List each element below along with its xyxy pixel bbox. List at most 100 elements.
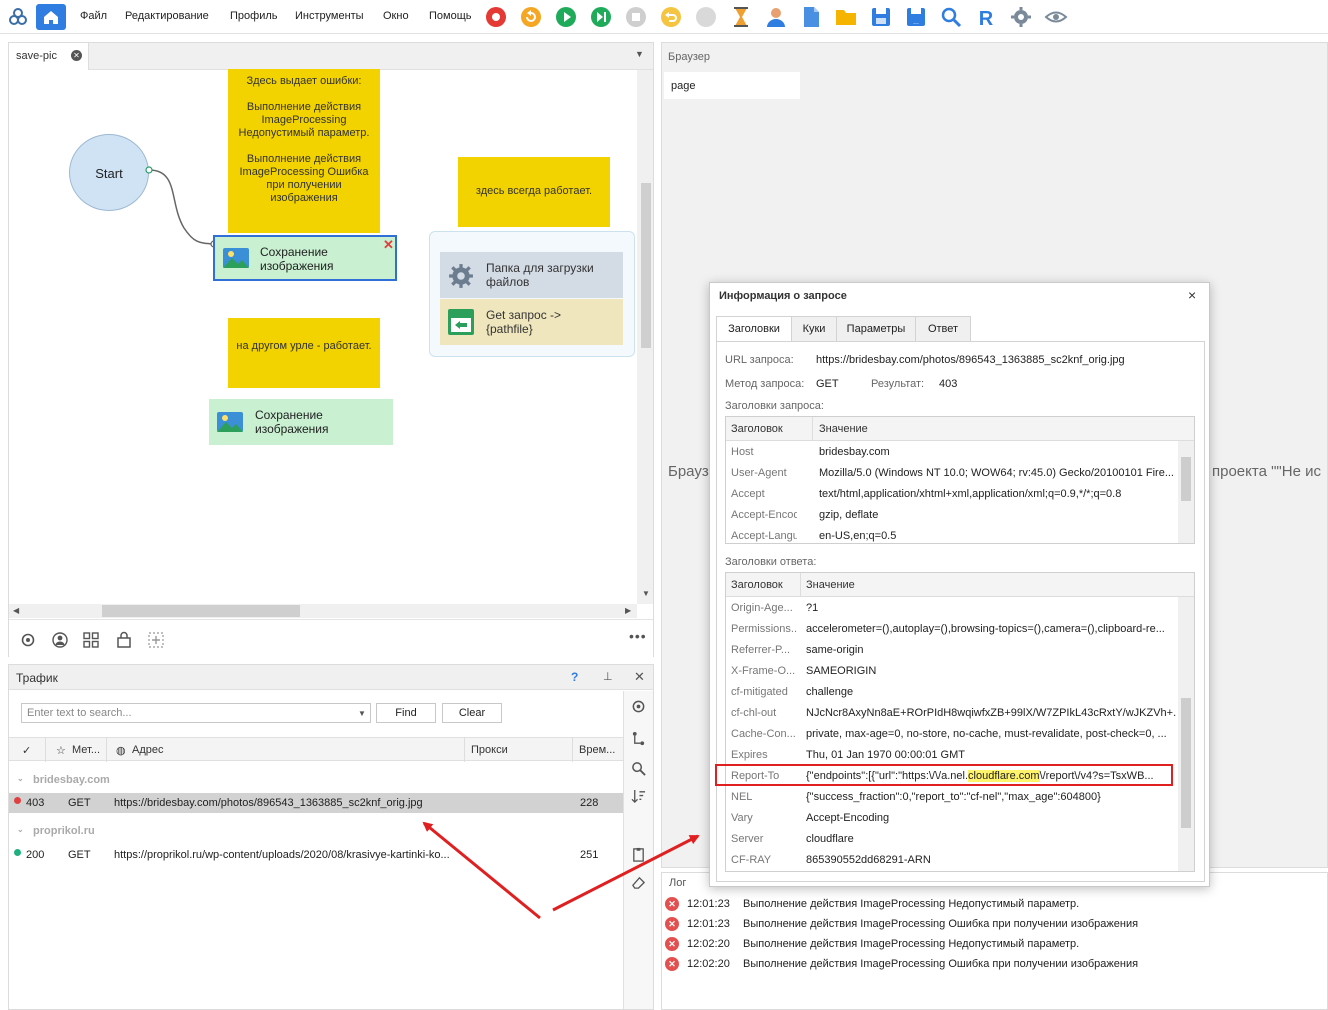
note-errors[interactable]: Здесь выдает ошибки: Выполнение действия… (228, 69, 380, 233)
home-icon[interactable] (36, 4, 66, 30)
traffic-group-bridesbay[interactable]: ⌄ bridesbay.com (9, 769, 623, 791)
col-address[interactable]: Адрес (132, 744, 164, 756)
help-icon[interactable]: ? (571, 670, 578, 684)
tab-cookies[interactable]: Куки (791, 316, 837, 342)
chevron-down-icon[interactable]: ▼ (635, 49, 644, 59)
close-icon[interactable]: ✕ (71, 50, 82, 61)
log-entry[interactable]: ✕ 12:01:23 Выполнение действия ImageProc… (662, 915, 1327, 935)
header-row[interactable]: Accept-Langu... en-US,en;q=0.5 (726, 526, 1178, 543)
collapse-icon[interactable]: ⌄ (17, 825, 24, 834)
scroll-right-icon[interactable]: ▶ (625, 606, 631, 615)
menu-edit[interactable]: Редактирование (125, 10, 209, 22)
col-value[interactable]: Значение (806, 579, 855, 591)
header-row[interactable]: Origin-Age... ?1 (726, 598, 1178, 619)
col-header[interactable]: Заголовок (731, 579, 783, 591)
log-entry[interactable]: ✕ 12:02:20 Выполнение действия ImageProc… (662, 935, 1327, 955)
settings-icon[interactable] (631, 699, 646, 714)
header-row[interactable]: Vary Accept-Encoding (726, 808, 1178, 829)
header-row[interactable]: Referrer-P... same-origin (726, 640, 1178, 661)
document-icon[interactable] (799, 5, 823, 29)
menu-tools[interactable]: Инструменты (295, 10, 364, 22)
r-icon[interactable]: R (974, 5, 998, 29)
clear-button[interactable]: Clear (442, 703, 502, 723)
close-icon[interactable]: × (1188, 287, 1196, 303)
play-icon[interactable] (554, 5, 578, 29)
find-button[interactable]: Find (376, 703, 436, 723)
chevron-down-icon[interactable]: ▼ (358, 709, 366, 718)
header-row[interactable]: CF-RAY 865390552dd68291-ARN (726, 850, 1178, 871)
tab-params[interactable]: Параметры (836, 316, 916, 342)
header-row[interactable]: Accept-Encodi... gzip, deflate (726, 505, 1178, 526)
start-node[interactable]: Start (69, 134, 149, 211)
collapse-icon[interactable]: ⌄ (17, 774, 24, 783)
traffic-group-proprikol[interactable]: ⌄ proprikol.ru (9, 820, 623, 842)
add-frame-icon[interactable] (148, 632, 164, 648)
horizontal-scroll-thumb[interactable] (102, 605, 300, 617)
sort-icon[interactable] (631, 789, 646, 804)
folder-icon[interactable] (834, 5, 858, 29)
action-save-image[interactable]: Сохранение изображения (209, 399, 393, 445)
record-icon[interactable] (484, 5, 508, 29)
close-icon[interactable]: ✕ (634, 669, 645, 685)
save-as-icon[interactable]: ... (904, 5, 928, 29)
action-group[interactable]: Папка для загрузки файлов Get запрос -> … (429, 231, 635, 357)
menu-profile[interactable]: Профиль (230, 10, 278, 22)
menu-file[interactable]: Файл (80, 10, 107, 22)
traffic-search-input[interactable]: Enter text to search... (21, 703, 371, 723)
clipboard-icon[interactable] (631, 847, 646, 862)
eye-icon[interactable] (1044, 5, 1068, 29)
col-time[interactable]: Врем... (579, 744, 615, 756)
vertical-scroll-thumb[interactable] (1181, 457, 1191, 501)
settings-icon[interactable] (20, 632, 36, 648)
scroll-left-icon[interactable]: ◀ (13, 606, 19, 615)
traffic-row[interactable]: 200 GET https://proprikol.ru/wp-content/… (9, 845, 623, 865)
delete-icon[interactable]: ✕ (383, 238, 394, 252)
header-row[interactable]: X-Frame-O... SAMEORIGIN (726, 661, 1178, 682)
header-row[interactable]: Permissions... accelerometer=(),autoplay=… (726, 619, 1178, 640)
menu-help[interactable]: Помощь (429, 10, 472, 22)
logo-icon[interactable] (6, 5, 30, 29)
tree-icon[interactable] (631, 731, 646, 746)
header-row[interactable]: NEL {"success_fraction":0,"report_to":"cf… (726, 787, 1178, 808)
menu-window[interactable]: Окно (383, 10, 409, 22)
tab-page[interactable]: page (664, 72, 800, 99)
circle-icon[interactable] (694, 5, 718, 29)
more-icon[interactable]: ••• (629, 628, 647, 644)
header-row[interactable]: Server cloudflare (726, 829, 1178, 850)
step-icon[interactable] (589, 5, 613, 29)
header-row[interactable]: Cache-Con... private, max-age=0, no-store… (726, 724, 1178, 745)
gear-icon[interactable] (1009, 5, 1033, 29)
scroll-down-icon[interactable]: ▼ (642, 589, 650, 598)
lock-icon[interactable] (116, 631, 132, 648)
action-save-image-selected[interactable]: Сохранение изображения ✕ (213, 235, 397, 281)
header-row[interactable]: Host bridesbay.com (726, 442, 1178, 463)
col-value[interactable]: Значение (819, 423, 868, 435)
eraser-icon[interactable] (631, 875, 646, 890)
hourglass-icon[interactable] (729, 5, 753, 29)
save-icon[interactable] (869, 5, 893, 29)
undo-icon[interactable] (659, 5, 683, 29)
stop-icon[interactable] (624, 5, 648, 29)
tab-headers[interactable]: Заголовки (716, 316, 792, 342)
note-works[interactable]: здесь всегда работает. (458, 157, 610, 227)
header-row[interactable]: Expires Thu, 01 Jan 1970 00:00:01 GMT (726, 745, 1178, 766)
header-row[interactable]: cf-mitigated challenge (726, 682, 1178, 703)
search-icon[interactable] (631, 761, 646, 776)
header-row[interactable]: cf-chl-out NJcNcr8AxyNn8aE+ROrPIdH8wqiwfx… (726, 703, 1178, 724)
vertical-scroll-thumb[interactable] (1181, 698, 1191, 828)
grid-icon[interactable] (83, 632, 99, 648)
log-entry[interactable]: ✕ 12:02:20 Выполнение действия ImageProc… (662, 955, 1327, 975)
refresh-icon[interactable] (519, 5, 543, 29)
col-proxy[interactable]: Прокси (471, 744, 508, 756)
tab-save-pic[interactable]: save-pic ✕ (9, 43, 89, 70)
log-entry[interactable]: ✕ 12:01:23 Выполнение действия ImageProc… (662, 895, 1327, 915)
search-icon[interactable] (939, 5, 963, 29)
traffic-row[interactable]: 403 GET https://bridesbay.com/photos/896… (9, 793, 623, 813)
tab-response[interactable]: Ответ (915, 316, 971, 342)
vertical-scroll-thumb[interactable] (641, 183, 651, 348)
col-header[interactable]: Заголовок (731, 423, 783, 435)
header-row[interactable]: User-Agent Mozilla/5.0 (Windows NT 10.0; … (726, 463, 1178, 484)
note-other-url[interactable]: на другом урле - работает. (228, 318, 380, 388)
header-row[interactable]: Accept text/html,application/xhtml+xml,ap… (726, 484, 1178, 505)
group-item-folder[interactable]: Папка для загрузки файлов (440, 252, 623, 298)
